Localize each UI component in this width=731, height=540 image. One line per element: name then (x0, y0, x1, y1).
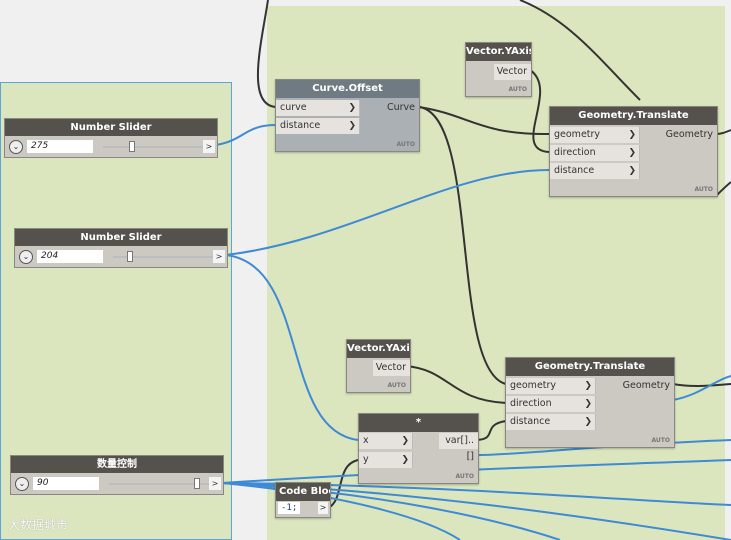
wire (715, 181, 731, 197)
input-port-direction[interactable]: direction ❯ (506, 396, 596, 412)
input-port-x[interactable]: x ❯ (359, 433, 413, 449)
node-title: Vector.YAxis (466, 43, 531, 61)
wire (225, 169, 550, 256)
output-port[interactable]: > (209, 477, 221, 490)
node-title: * (359, 414, 478, 432)
port-label: geometry (554, 129, 601, 140)
input-port-direction[interactable]: direction ❯ (550, 145, 640, 161)
wire (672, 383, 731, 388)
lacing-label: AUTO (508, 86, 527, 93)
code-editor[interactable]: -1; (278, 502, 301, 514)
output-port[interactable]: > (318, 502, 328, 514)
wire (215, 124, 277, 146)
number-slider-2[interactable]: Number Slider ⌄ 204 > (14, 228, 228, 268)
slider-thumb[interactable] (194, 478, 200, 489)
port-label: x (363, 435, 369, 446)
wire (225, 254, 359, 441)
slider-body: ⌄ 90 > (11, 475, 223, 493)
port-label: distance (554, 165, 595, 176)
slider-value[interactable]: 90 (33, 477, 99, 490)
port-label: geometry (510, 380, 557, 391)
number-slider-1[interactable]: Number Slider ⌄ 275 > (4, 118, 218, 158)
port-label: direction (554, 147, 596, 158)
chevron-right-icon: ❯ (628, 148, 636, 158)
lacing-label: AUTO (387, 382, 406, 389)
input-port-distance[interactable]: distance ❯ (506, 414, 596, 430)
input-port-geometry[interactable]: geometry ❯ (506, 378, 596, 394)
output-port-geometry[interactable]: Geometry (618, 378, 674, 394)
port-label: curve (280, 102, 307, 113)
slider-body: ⌄ 204 > (15, 248, 227, 266)
wire (715, 129, 731, 135)
number-slider-3[interactable]: 数量控制 ⌄ 90 > (10, 455, 224, 495)
node-title: Geometry.Translate (506, 358, 674, 376)
chevron-down-icon[interactable]: ⌄ (19, 250, 33, 264)
node-title: Number Slider (5, 119, 217, 136)
chevron-right-icon: ❯ (628, 130, 636, 140)
output-port-vector[interactable]: Vector (494, 64, 531, 80)
output-port-vector[interactable]: Vector (373, 360, 410, 376)
output-port[interactable]: > (213, 250, 225, 263)
watermark: 大数据城市 (8, 518, 69, 532)
node-title: 数量控制 (11, 456, 223, 473)
code-block-node[interactable]: Code Block -1; > (275, 482, 331, 518)
slider-thumb[interactable] (127, 251, 133, 262)
wire (672, 375, 731, 401)
slider-value[interactable]: 275 (27, 140, 93, 153)
chevron-right-icon: ❯ (584, 381, 592, 391)
slider-value[interactable]: 204 (37, 250, 103, 263)
chevron-right-icon: ❯ (584, 417, 592, 427)
curve-offset-node[interactable]: Curve.Offset curve ❯ distance ❯ Curve AUTO (275, 79, 420, 152)
multiply-node[interactable]: * x ❯ y ❯ var[]..[] AUTO (358, 413, 479, 484)
port-label: distance (510, 416, 551, 427)
chevron-right-icon: ❯ (348, 121, 356, 131)
input-port-y[interactable]: y ❯ (359, 452, 413, 468)
wire (418, 106, 507, 385)
geometry-translate-node-1[interactable]: Geometry.Translate geometry ❯ direction ❯ … (549, 106, 718, 197)
chevron-right-icon: ❯ (348, 103, 356, 113)
chevron-down-icon[interactable]: ⌄ (15, 477, 29, 491)
port-label: distance (280, 120, 321, 131)
lacing-label: AUTO (455, 473, 474, 480)
vector-yaxis-node-1[interactable]: Vector.YAxis Vector AUTO (465, 42, 532, 97)
output-port-geometry[interactable]: Geometry (660, 127, 717, 143)
node-title: Number Slider (15, 229, 227, 246)
slider-thumb[interactable] (129, 141, 135, 152)
output-port-curve[interactable]: Curve (376, 100, 419, 116)
input-port-curve[interactable]: curve ❯ (276, 100, 360, 116)
geometry-translate-node-2[interactable]: Geometry.Translate geometry ❯ direction ❯ … (505, 357, 675, 448)
node-title: Geometry.Translate (550, 107, 717, 125)
input-port-geometry[interactable]: geometry ❯ (550, 127, 640, 143)
output-port-var[interactable]: var[]..[] (439, 433, 478, 462)
chevron-right-icon: ❯ (401, 455, 409, 465)
lacing-label: AUTO (694, 186, 713, 193)
lacing-label: AUTO (651, 437, 670, 444)
wire (519, 0, 641, 101)
wire (256, 0, 277, 108)
chevron-down-icon[interactable]: ⌄ (9, 140, 23, 154)
wire (529, 69, 550, 153)
node-title: Curve.Offset (276, 80, 419, 98)
node-title: Code Block (276, 483, 330, 501)
slider-body: ⌄ 275 > (5, 138, 217, 156)
chevron-right-icon: ❯ (401, 436, 409, 446)
output-port[interactable]: > (203, 140, 215, 153)
node-title: Vector.YAxis (347, 340, 410, 358)
wire (221, 482, 461, 540)
port-label: direction (510, 398, 552, 409)
port-label: y (363, 454, 369, 465)
input-port-distance[interactable]: distance ❯ (276, 118, 360, 134)
chevron-right-icon: ❯ (584, 399, 592, 409)
chevron-right-icon: ❯ (628, 166, 636, 176)
slider-track[interactable] (103, 146, 203, 148)
lacing-label: AUTO (396, 141, 415, 148)
vector-yaxis-node-2[interactable]: Vector.YAxis Vector AUTO (346, 339, 411, 393)
input-port-distance[interactable]: distance ❯ (550, 163, 640, 179)
